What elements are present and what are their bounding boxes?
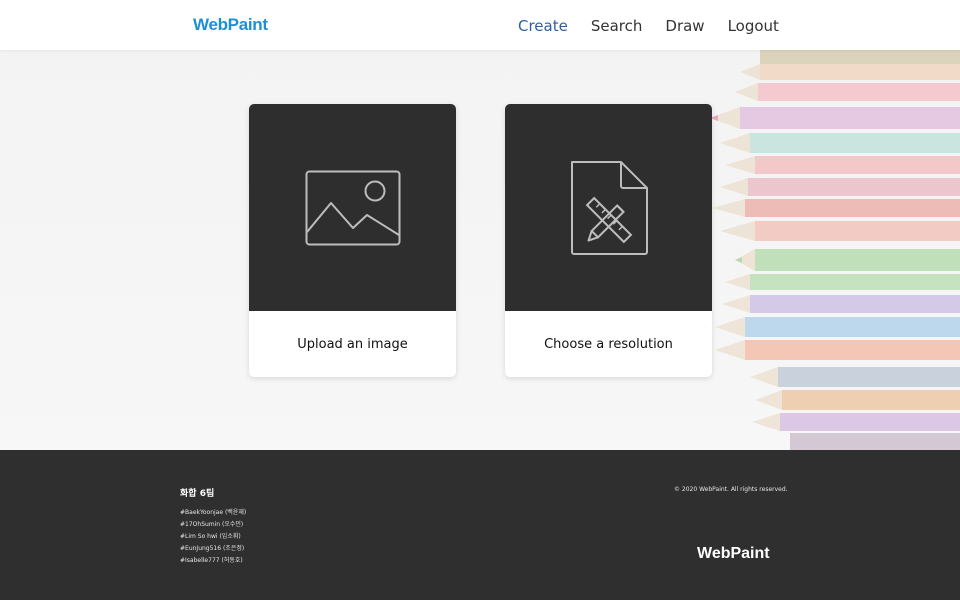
- upload-image-card[interactable]: Upload an image: [249, 104, 456, 377]
- footer-logo: WebPaint: [697, 545, 770, 562]
- choose-resolution-thumbnail: [505, 104, 712, 311]
- team-member: #BaekYoonjae (백윤재): [180, 509, 247, 516]
- top-navbar: WebPaint Create Search Draw Logout: [0, 0, 960, 50]
- team-name: 화합 6팀: [180, 489, 215, 499]
- team-member: #EunJung516 (조은정): [180, 545, 245, 552]
- nav-create[interactable]: Create: [518, 17, 568, 35]
- choose-resolution-card[interactable]: Choose a resolution: [505, 104, 712, 377]
- main-content: Upload an image Choose a resolution: [0, 50, 960, 450]
- nav-draw[interactable]: Draw: [665, 17, 704, 35]
- copyright-text: © 2020 WebPaint. All rights reserved.: [674, 486, 788, 493]
- choose-resolution-label: Choose a resolution: [544, 336, 673, 352]
- colored-pencils-background: [710, 50, 960, 450]
- upload-image-thumbnail: [249, 104, 456, 311]
- main-nav: Create Search Draw Logout: [518, 17, 802, 35]
- nav-search[interactable]: Search: [591, 17, 643, 35]
- team-member: #Isabelle777 (허동호): [180, 557, 243, 564]
- nav-logout[interactable]: Logout: [728, 17, 779, 35]
- image-icon: [305, 170, 400, 245]
- document-ruler-pencil-icon: [570, 160, 648, 255]
- site-footer: 화합 6팀 #BaekYoonjae (백윤재) #17OhSumin (오수민…: [0, 450, 960, 600]
- team-member: #17OhSumin (오수민): [180, 521, 244, 528]
- brand-logo[interactable]: WebPaint: [193, 15, 268, 35]
- team-member: #Lim So hwi (임소휘): [180, 533, 241, 540]
- team-member-list: #BaekYoonjae (백윤재) #17OhSumin (오수민) #Lim…: [180, 507, 246, 567]
- upload-image-label: Upload an image: [297, 336, 408, 352]
